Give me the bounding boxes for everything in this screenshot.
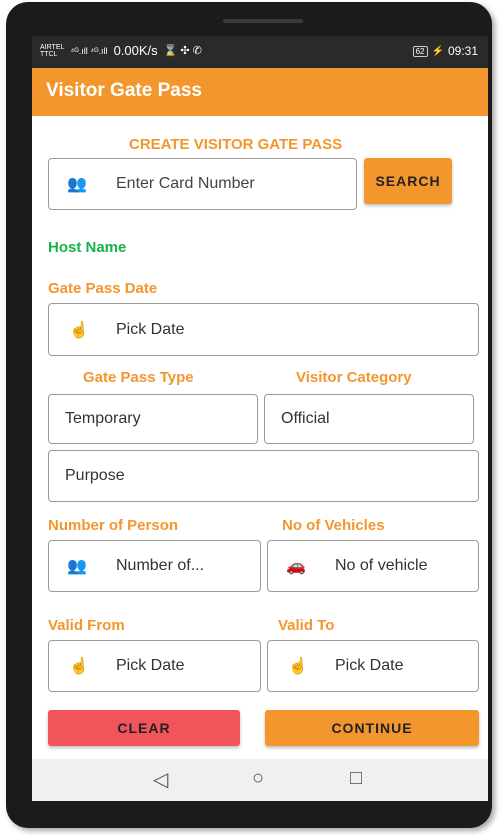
continue-button[interactable]: CONTINUE [265, 710, 479, 746]
valid-from-field[interactable]: ☝ Pick Date [48, 640, 261, 692]
form-heading: CREATE VISITOR GATE PASS [129, 136, 343, 153]
valid-to-label: Valid To [278, 617, 335, 634]
home-icon[interactable]: ○ [252, 767, 264, 790]
number-of-person-label: Number of Person [48, 517, 179, 534]
gate-pass-date-label: Gate Pass Date [48, 280, 158, 297]
purpose-field[interactable]: Purpose [48, 450, 479, 502]
purpose-placeholder: Purpose [65, 467, 125, 484]
host-name-label: Host Name [48, 239, 127, 256]
gate-pass-type-label: Gate Pass Type [83, 369, 194, 386]
speaker-grille [223, 19, 303, 23]
clock: 09:31 [447, 44, 478, 58]
people-icon: 👥 [67, 558, 87, 575]
valid-to-field[interactable]: ☝ Pick Date [267, 640, 479, 692]
gate-pass-date-value: Pick Date [116, 320, 185, 338]
carrier-top: AIRTEL [40, 43, 65, 51]
valid-from-label: Valid From [48, 617, 125, 634]
network-speed: 0.00K/s [113, 43, 158, 58]
gate-pass-type-select[interactable]: Temporary [48, 394, 258, 444]
status-icons: ⌛ ✣ ✆ [163, 45, 202, 57]
signal-icon: ⁴ᴳ.ıll ⁴ᴳ.ıll [70, 45, 108, 56]
continue-button-label: CONTINUE [331, 720, 413, 736]
screen: AIRTEL TTCL ⁴ᴳ.ıll ⁴ᴳ.ıll 0.00K/s ⌛ ✣ ✆ … [32, 36, 488, 801]
battery-icon: 62 [412, 45, 428, 57]
app-bar: Visitor Gate Pass [32, 68, 488, 116]
valid-to-value: Pick Date [335, 657, 404, 674]
gate-pass-date-field[interactable]: ☝ Pick Date [48, 303, 479, 356]
no-of-vehicles-placeholder: No of vehicle [335, 557, 428, 574]
number-of-person-placeholder: Number of... [116, 557, 205, 574]
card-number-field[interactable]: 👥 Enter Card Number [48, 158, 357, 210]
pointing-hand-icon: ☝ [288, 658, 308, 675]
search-button[interactable]: SEARCH [364, 158, 452, 204]
carrier-label: AIRTEL TTCL [40, 44, 64, 58]
car-icon: 🚗 [286, 558, 306, 575]
people-icon: 👥 [67, 176, 87, 193]
carrier-bottom: TTCL [40, 50, 58, 58]
number-of-person-field[interactable]: 👥 Number of... [48, 540, 261, 592]
clear-button[interactable]: CLEAR [48, 710, 240, 746]
charging-icon: ⚡ [431, 45, 444, 57]
no-of-vehicles-label: No of Vehicles [282, 517, 385, 534]
status-bar: AIRTEL TTCL ⁴ᴳ.ıll ⁴ᴳ.ıll 0.00K/s ⌛ ✣ ✆ … [32, 36, 488, 68]
card-number-placeholder: Enter Card Number [116, 175, 255, 192]
pointing-hand-icon: ☝ [69, 658, 89, 675]
no-of-vehicles-field[interactable]: 🚗 No of vehicle [267, 540, 479, 592]
phone-frame: AIRTEL TTCL ⁴ᴳ.ıll ⁴ᴳ.ıll 0.00K/s ⌛ ✣ ✆ … [6, 2, 492, 828]
valid-from-value: Pick Date [116, 657, 185, 674]
search-button-label: SEARCH [375, 173, 441, 189]
visitor-category-label: Visitor Category [296, 369, 412, 386]
app-title: Visitor Gate Pass [46, 80, 202, 101]
back-icon[interactable]: ◁ [153, 767, 168, 792]
recents-icon[interactable]: □ [350, 767, 362, 790]
pointing-hand-icon: ☝ [69, 321, 89, 339]
navigation-bar: ◁ ○ □ [32, 759, 488, 801]
visitor-category-value: Official [281, 410, 330, 427]
gate-pass-type-value: Temporary [65, 410, 141, 427]
clear-button-label: CLEAR [117, 720, 171, 736]
visitor-category-select[interactable]: Official [264, 394, 474, 444]
